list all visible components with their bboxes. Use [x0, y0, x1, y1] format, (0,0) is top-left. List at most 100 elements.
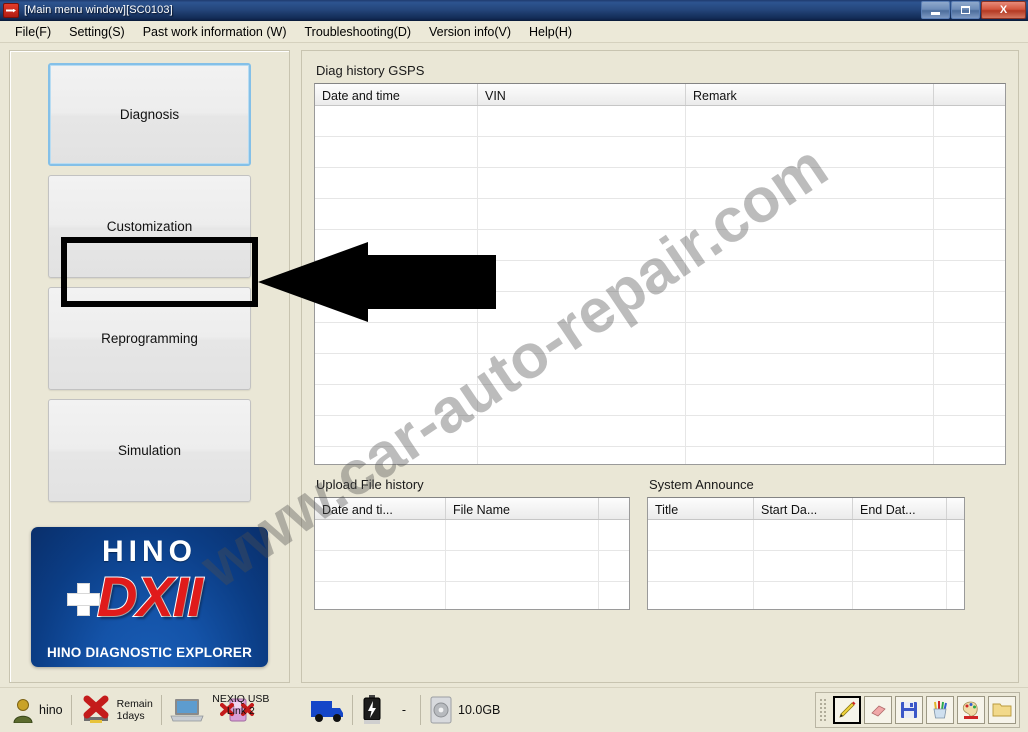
- pen-cup-tool-button[interactable]: [926, 696, 954, 724]
- window-controls: X: [921, 1, 1026, 19]
- column-start-date[interactable]: Start Da...: [754, 498, 853, 519]
- column-upload-date-and-time[interactable]: Date and ti...: [315, 498, 446, 519]
- table-row[interactable]: [315, 416, 1005, 447]
- menu-file[interactable]: File(F): [6, 23, 60, 41]
- system-announce-section: System Announce Title Start Da... End Da…: [647, 474, 965, 610]
- status-bar: hino Remain 1days NEXIQ USB Link 2 - 10.…: [0, 687, 1028, 732]
- column-file-name[interactable]: File Name: [446, 498, 599, 519]
- workspace: Diagnosis Customization Reprogramming Si…: [0, 43, 1028, 687]
- maximize-button[interactable]: [951, 1, 980, 19]
- status-disk[interactable]: 10.0GB: [421, 691, 508, 729]
- table-row[interactable]: [315, 106, 1005, 137]
- title-bar: [Main menu window][SC0103] X: [0, 0, 1028, 21]
- user-name: hino: [39, 703, 63, 717]
- logo-tagline-text: HINO DIAGNOSTIC EXPLORER: [46, 645, 253, 660]
- save-icon: [901, 702, 917, 718]
- upload-history-body: [315, 520, 629, 609]
- red-x-icon: [83, 695, 109, 723]
- system-announce-header: Title Start Da... End Dat...: [648, 498, 964, 520]
- system-announce-label: System Announce: [649, 477, 754, 492]
- list-item[interactable]: [315, 520, 629, 551]
- main-window: [Main menu window][SC0103] X File(F) Set…: [0, 0, 1028, 732]
- pencil-icon: [839, 701, 856, 718]
- nav-button-simulation[interactable]: Simulation: [48, 399, 251, 502]
- license-line2: 1days: [116, 710, 145, 722]
- upload-history-label: Upload File history: [316, 477, 424, 492]
- menu-help[interactable]: Help(H): [520, 23, 581, 41]
- column-spacer: [947, 498, 964, 519]
- license-status: Remain 1days: [117, 698, 153, 722]
- restore-icon: [961, 6, 970, 14]
- save-tool-button[interactable]: [895, 696, 923, 724]
- status-interface[interactable]: NEXIQ USB Link 2: [212, 691, 269, 729]
- table-row[interactable]: [315, 261, 1005, 292]
- palette-icon: [962, 701, 978, 719]
- table-row[interactable]: [315, 323, 1005, 354]
- interface-status: NEXIQ USB Link 2: [198, 693, 284, 717]
- table-row[interactable]: [315, 447, 1005, 464]
- system-announce-grid[interactable]: Title Start Da... End Dat...: [647, 497, 965, 610]
- pen-cup-icon: [933, 701, 947, 719]
- content-panel: Diag history GSPS Date and time VIN Rema…: [301, 50, 1019, 683]
- nav-button-reprogramming[interactable]: Reprogramming: [48, 287, 251, 390]
- column-spacer: [599, 498, 629, 519]
- toolbar-grip[interactable]: [819, 698, 828, 722]
- window-title: [Main menu window][SC0103]: [24, 4, 173, 16]
- navigation-panel: Diagnosis Customization Reprogramming Si…: [9, 50, 290, 683]
- upload-history-header: Date and ti... File Name: [315, 498, 629, 520]
- interface-line2: Link 2: [226, 705, 255, 717]
- nav-button-customization[interactable]: Customization: [48, 175, 251, 278]
- drawing-toolbar: [815, 692, 1020, 728]
- list-item[interactable]: [315, 551, 629, 582]
- column-end-date[interactable]: End Dat...: [853, 498, 947, 519]
- folder-icon: [992, 703, 1012, 717]
- logo-cross-icon: [67, 583, 100, 616]
- user-icon: [13, 699, 33, 723]
- palette-tool-button[interactable]: [957, 696, 985, 724]
- nav-button-diagnosis[interactable]: Diagnosis: [48, 63, 251, 166]
- table-row[interactable]: [315, 137, 1005, 168]
- minimize-button[interactable]: [921, 1, 950, 19]
- diag-history-grid[interactable]: Date and time VIN Remark: [314, 83, 1006, 465]
- column-date-and-time[interactable]: Date and time: [315, 84, 478, 105]
- bottom-section: Upload File history Date and ti... File …: [314, 474, 1006, 610]
- column-title[interactable]: Title: [648, 498, 754, 519]
- eraser-tool-button[interactable]: [864, 696, 892, 724]
- table-row[interactable]: [315, 168, 1005, 199]
- column-spacer: [934, 84, 1005, 105]
- menu-setting[interactable]: Setting(S): [60, 23, 134, 41]
- system-announce-body: [648, 520, 964, 609]
- menu-past-work-information[interactable]: Past work information (W): [134, 23, 296, 41]
- table-row[interactable]: [315, 199, 1005, 230]
- list-item[interactable]: [648, 582, 964, 609]
- close-button[interactable]: X: [981, 1, 1026, 19]
- hino-arrow-icon: [3, 2, 19, 18]
- diag-history-body: [315, 106, 1005, 464]
- battery-value: -: [401, 703, 406, 717]
- diag-history-header: Date and time VIN Remark: [315, 84, 1005, 106]
- upload-history-grid[interactable]: Date and ti... File Name: [314, 497, 630, 610]
- column-remark[interactable]: Remark: [686, 84, 934, 105]
- table-row[interactable]: [315, 292, 1005, 323]
- table-row[interactable]: [315, 354, 1005, 385]
- status-vehicle[interactable]: [302, 691, 352, 729]
- status-battery[interactable]: -: [353, 691, 414, 729]
- list-item[interactable]: [648, 551, 964, 582]
- table-row[interactable]: [315, 230, 1005, 261]
- hino-dx2-logo: HINO DXII HINO DIAGNOSTIC EXPLORER: [31, 527, 268, 667]
- status-license[interactable]: Remain 1days: [72, 691, 161, 729]
- open-folder-tool-button[interactable]: [988, 696, 1016, 724]
- column-vin[interactable]: VIN: [478, 84, 686, 105]
- license-line1: Remain: [116, 698, 153, 710]
- menu-troubleshooting[interactable]: Troubleshooting(D): [295, 23, 420, 41]
- menu-version-info[interactable]: Version info(V): [420, 23, 520, 41]
- table-row[interactable]: [315, 385, 1005, 416]
- status-user[interactable]: hino: [4, 691, 71, 729]
- list-item[interactable]: [648, 520, 964, 551]
- menu-bar: File(F) Setting(S) Past work information…: [0, 21, 1028, 43]
- interface-line1: NEXIQ USB: [212, 693, 270, 705]
- disk-free-space: 10.0GB: [458, 703, 501, 717]
- pencil-tool-button[interactable]: [833, 696, 861, 724]
- truck-icon: [310, 701, 343, 722]
- list-item[interactable]: [315, 582, 629, 609]
